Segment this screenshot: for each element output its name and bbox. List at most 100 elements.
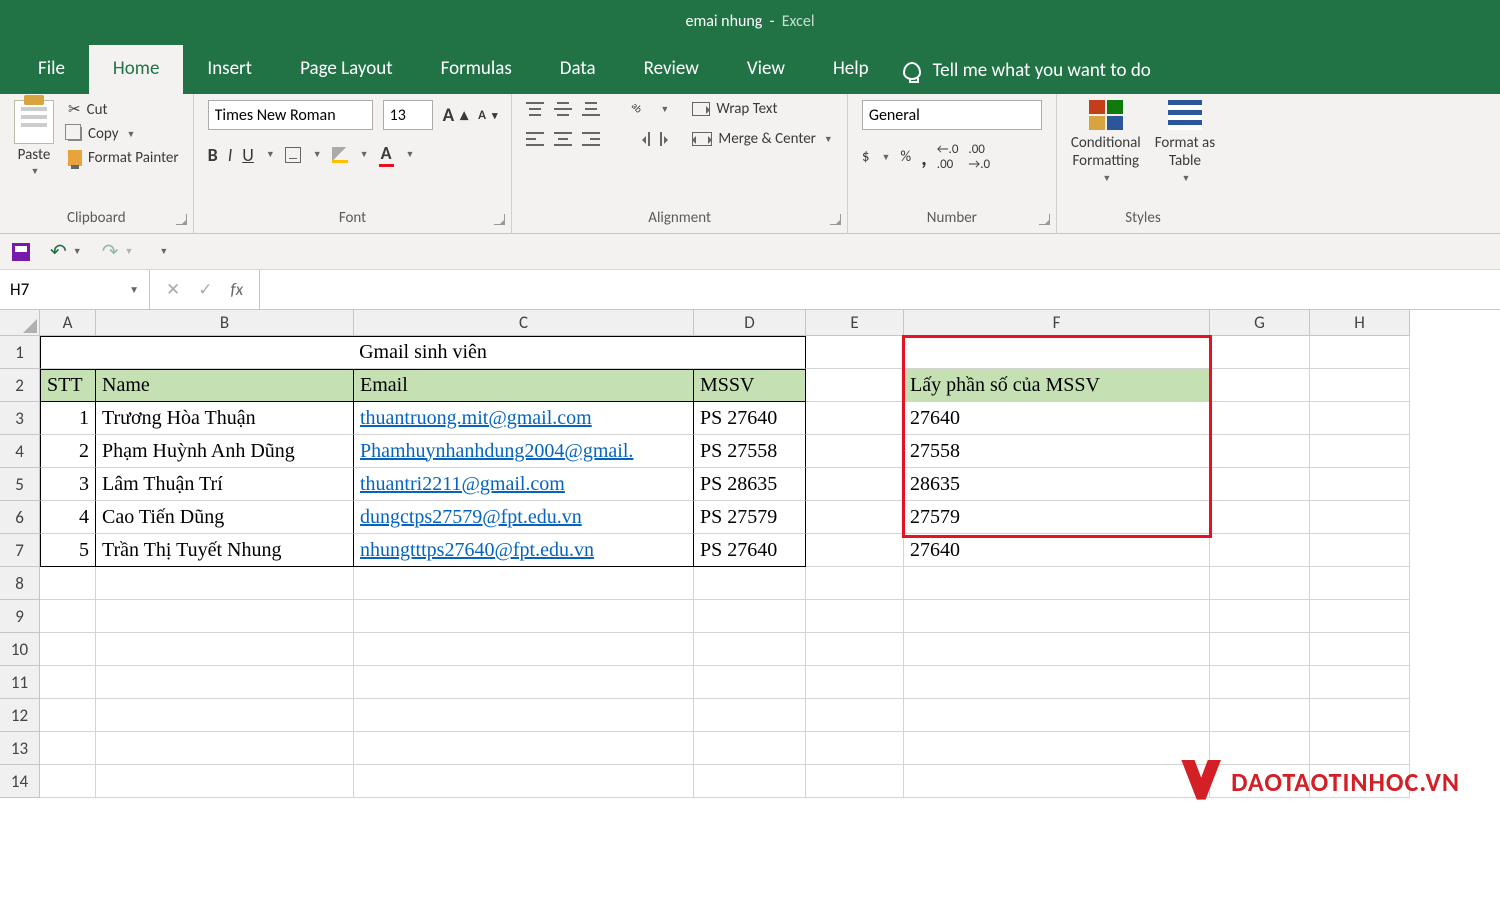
cell[interactable] [904, 666, 1210, 699]
cell[interactable] [1310, 633, 1410, 666]
decrease-indent-button[interactable] [632, 132, 650, 146]
clipboard-launcher-icon[interactable] [176, 214, 187, 225]
cell[interactable] [806, 699, 904, 732]
row-header-4[interactable]: 4 [0, 435, 40, 468]
row-header-3[interactable]: 3 [0, 402, 40, 435]
col-header-B[interactable]: B [96, 310, 354, 336]
cell-mssv-number[interactable]: 27640 [904, 534, 1210, 567]
tab-insert[interactable]: Insert [183, 45, 276, 94]
row-header-8[interactable]: 8 [0, 567, 40, 600]
cell[interactable] [806, 534, 904, 567]
format-painter-button[interactable]: Format Painter [68, 149, 179, 167]
cell[interactable] [694, 732, 806, 765]
cell-mssv[interactable]: PS 27640 [694, 402, 806, 435]
cell[interactable] [354, 732, 694, 765]
row-header-11[interactable]: 11 [0, 666, 40, 699]
tab-data[interactable]: Data [536, 45, 620, 94]
decrease-decimal-button[interactable]: .00→.0 [968, 142, 990, 172]
cell[interactable] [354, 567, 694, 600]
redo-button[interactable]: ↷ [102, 239, 119, 264]
cell[interactable] [96, 699, 354, 732]
cell[interactable] [354, 765, 694, 798]
cell-name[interactable]: Trương Hòa Thuận [96, 402, 354, 435]
cell[interactable] [1310, 468, 1410, 501]
cell[interactable] [1310, 600, 1410, 633]
tab-file[interactable]: File [14, 45, 89, 94]
cell-email[interactable]: nhungtttps27640@fpt.edu.vn [354, 534, 694, 567]
cell[interactable] [1310, 699, 1410, 732]
cell-stt[interactable]: 1 [40, 402, 96, 435]
tell-me[interactable]: Tell me what you want to do [893, 47, 1161, 94]
cell[interactable] [904, 765, 1210, 798]
cell-mssv[interactable]: PS 27640 [694, 534, 806, 567]
cell[interactable] [694, 666, 806, 699]
cell[interactable] [40, 600, 96, 633]
cell[interactable] [1210, 468, 1310, 501]
cell[interactable] [1210, 435, 1310, 468]
col-header-A[interactable]: A [40, 310, 96, 336]
header-mssv-number[interactable]: Lấy phần số của MSSV [904, 369, 1210, 402]
cell[interactable] [1210, 369, 1310, 402]
row-header-13[interactable]: 13 [0, 732, 40, 765]
row-header-12[interactable]: 12 [0, 699, 40, 732]
formula-input[interactable] [260, 270, 1500, 309]
cell[interactable] [1210, 534, 1310, 567]
copy-button[interactable]: Copy▼ [68, 125, 179, 143]
cell[interactable] [806, 501, 904, 534]
cell[interactable] [806, 765, 904, 798]
cell-mssv[interactable]: PS 27579 [694, 501, 806, 534]
header-email[interactable]: Email [354, 369, 694, 402]
save-button[interactable] [12, 243, 30, 261]
cell[interactable] [1210, 567, 1310, 600]
cell[interactable] [40, 666, 96, 699]
undo-button[interactable]: ↶ [50, 239, 67, 264]
tab-help[interactable]: Help [809, 45, 893, 94]
cell[interactable] [904, 699, 1210, 732]
cell[interactable] [40, 732, 96, 765]
cell-name[interactable]: Lâm Thuận Trí [96, 468, 354, 501]
cell-email[interactable]: thuantri2211@gmail.com [354, 468, 694, 501]
bold-button[interactable]: B [208, 144, 218, 166]
col-header-H[interactable]: H [1310, 310, 1410, 336]
tab-home[interactable]: Home [89, 45, 184, 94]
font-size-combo[interactable] [383, 100, 433, 130]
cell[interactable] [806, 468, 904, 501]
italic-button[interactable]: I [228, 144, 233, 166]
cell[interactable] [96, 633, 354, 666]
cell[interactable] [40, 633, 96, 666]
font-color-button[interactable]: A [379, 142, 394, 167]
cell[interactable] [806, 600, 904, 633]
cell[interactable] [96, 567, 354, 600]
cell[interactable] [354, 666, 694, 699]
cell[interactable] [96, 666, 354, 699]
decrease-font-button[interactable]: A▾ [478, 108, 497, 123]
row-header-14[interactable]: 14 [0, 765, 40, 798]
orientation-button[interactable] [632, 101, 648, 117]
row-header-9[interactable]: 9 [0, 600, 40, 633]
col-header-G[interactable]: G [1210, 310, 1310, 336]
row-header-1[interactable]: 1 [0, 336, 40, 369]
cell-name[interactable]: Trần Thị Tuyết Nhung [96, 534, 354, 567]
cell[interactable] [1310, 567, 1410, 600]
wrap-text-button[interactable]: Wrap Text [692, 100, 832, 118]
col-header-E[interactable]: E [806, 310, 904, 336]
font-name-combo[interactable] [208, 100, 373, 130]
cell[interactable] [1310, 336, 1410, 369]
borders-button[interactable] [285, 147, 301, 163]
cell-email[interactable]: Phamhuynhanhdung2004@gmail. [354, 435, 694, 468]
cell[interactable] [96, 600, 354, 633]
header-mssv[interactable]: MSSV [694, 369, 806, 402]
increase-decimal-button[interactable]: ←.0.00 [937, 142, 959, 172]
number-launcher-icon[interactable] [1039, 214, 1050, 225]
cell[interactable] [354, 633, 694, 666]
cell-stt[interactable]: 3 [40, 468, 96, 501]
cell[interactable] [806, 435, 904, 468]
cell-name[interactable]: Phạm Huỳnh Anh Dũng [96, 435, 354, 468]
enter-formula-button[interactable]: ✓ [198, 279, 212, 300]
cell-mssv-number[interactable]: 27558 [904, 435, 1210, 468]
cell[interactable] [694, 600, 806, 633]
select-all-corner[interactable] [0, 310, 40, 336]
cell[interactable] [1310, 402, 1410, 435]
header-name[interactable]: Name [96, 369, 354, 402]
cell[interactable] [806, 666, 904, 699]
